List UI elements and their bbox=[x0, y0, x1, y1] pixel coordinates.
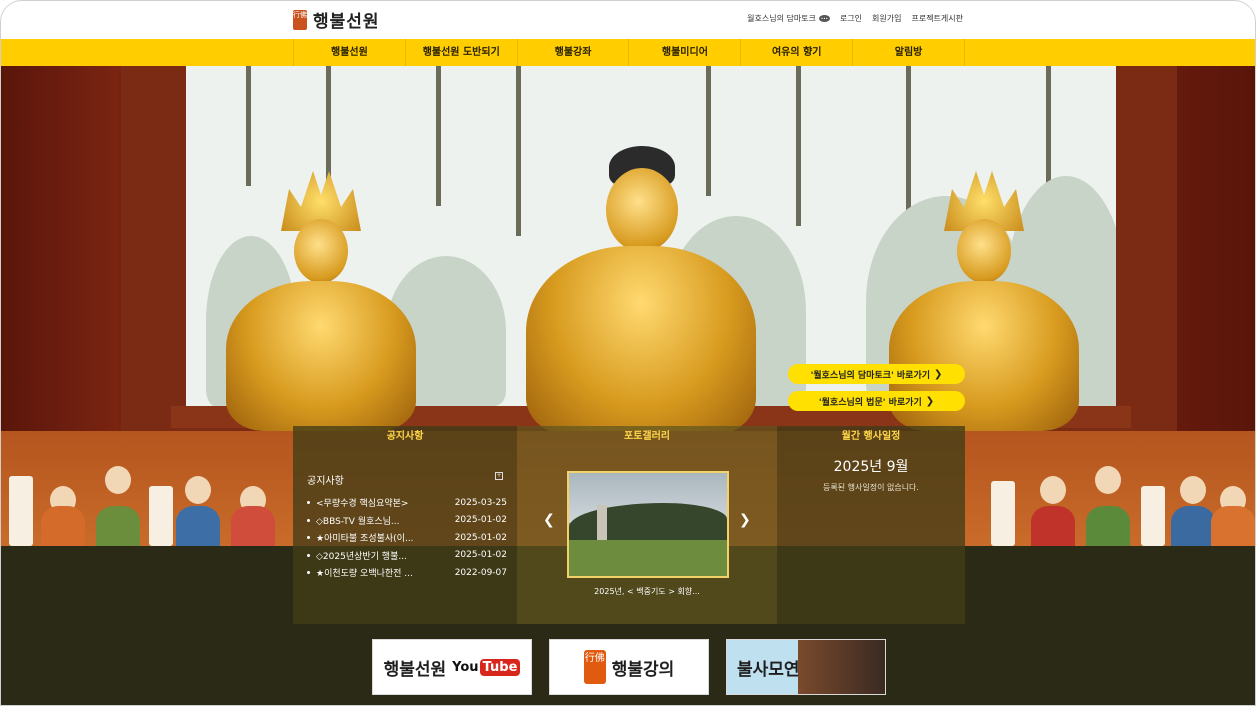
youtube-banner[interactable]: 행불선원 You Tube bbox=[372, 639, 532, 695]
notice-item[interactable]: ◇BBS-TV 월호스님... 2025-01-02 bbox=[307, 512, 507, 530]
lecture-banner-label: 행불강의 bbox=[611, 659, 675, 680]
site-name: 행불선원 bbox=[313, 12, 380, 32]
restoration-banner[interactable]: 불사모연 bbox=[726, 639, 886, 695]
bullet-icon bbox=[307, 571, 310, 575]
info-panel: 공지사항 공지사항 + <무량수경 핵심요약본> 2025-03-25 ◇BBS-… bbox=[293, 426, 965, 624]
nav-item-media[interactable]: 행불미디어 bbox=[628, 39, 740, 66]
chevron-right-icon[interactable]: ❯ bbox=[739, 512, 751, 528]
dharma-sermon-shortcut-button[interactable]: '월호스님의 법문' 바로가기 ❯ bbox=[788, 391, 965, 411]
browser-frame: 行佛 행불선원 월호스님의 담마토크 ••• 로그인 회원가입 프로젝트게시판 … bbox=[0, 0, 1256, 706]
notice-item-title: ◇BBS-TV 월호스님... bbox=[316, 516, 400, 527]
notice-item[interactable]: ◇2025년상반기 행불... 2025-01-02 bbox=[307, 547, 507, 565]
nav-item-become-dobans[interactable]: 행불선원 도반되기 bbox=[404, 39, 517, 66]
notice-title: 공지사항 bbox=[307, 476, 344, 487]
notice-item-date: 2025-01-02 bbox=[454, 532, 507, 543]
photo-gallery-column: 포토갤러리 ❮ ❯ 2025년, < 백중기도 > 회향... bbox=[517, 426, 777, 624]
notice-heading[interactable]: 공지사항 bbox=[293, 426, 517, 448]
monthly-events-column: 월간 행사일정 2025년 9월 등록된 행사일정이 없습니다. bbox=[777, 426, 965, 624]
gallery-caption[interactable]: 2025년, < 백중기도 > 회향... bbox=[517, 586, 777, 597]
youtube-logo-icon: You Tube bbox=[452, 658, 521, 676]
top-bar: 行佛 행불선원 월호스님의 담마토크 ••• 로그인 회원가입 프로젝트게시판 bbox=[1, 1, 1255, 39]
notice-item[interactable]: ★아미타불 조성불사(이... 2025-01-02 bbox=[307, 529, 507, 547]
notice-item-date: 2025-01-02 bbox=[454, 515, 507, 526]
notice-item-title: <무량수경 핵심요약본> bbox=[316, 499, 409, 510]
notice-item[interactable]: <무량수경 핵심요약본> 2025-03-25 bbox=[307, 494, 507, 512]
dharma-talk-label: 월호스님의 담마토크 bbox=[747, 14, 816, 23]
chevron-right-icon: ❯ bbox=[925, 395, 935, 407]
logo-mark-icon: 行佛 bbox=[583, 650, 606, 684]
notice-item-date: 2025-01-02 bbox=[454, 550, 507, 561]
youtube-banner-label: 행불선원 bbox=[383, 659, 447, 680]
chat-bubble-icon: ••• bbox=[818, 15, 830, 22]
nav-item-haengbul-seonwon[interactable]: 행불선원 bbox=[293, 39, 405, 66]
restoration-banner-label: 불사모연 bbox=[737, 659, 800, 680]
nav-item-lectures[interactable]: 행불강좌 bbox=[516, 39, 629, 66]
signup-link[interactable]: 회원가입 bbox=[872, 13, 901, 24]
project-board-link[interactable]: 프로젝트게시판 bbox=[911, 13, 963, 24]
youtube-logo-you: You bbox=[452, 659, 479, 675]
dharma-talk-shortcut-label: '월호스님의 담마토크' 바로가기 bbox=[810, 370, 931, 381]
events-month: 2025년 9월 bbox=[833, 459, 909, 475]
notice-column: 공지사항 공지사항 + <무량수경 핵심요약본> 2025-03-25 ◇BBS-… bbox=[293, 426, 517, 624]
notice-item-date: 2022-09-07 bbox=[454, 567, 507, 578]
no-events-message: 등록된 행사일정이 없습니다. bbox=[823, 483, 919, 492]
youtube-logo-tube: Tube bbox=[479, 658, 521, 676]
left-bodhisattva-statue bbox=[226, 171, 416, 431]
bullet-icon bbox=[307, 518, 310, 522]
events-heading[interactable]: 월간 행사일정 bbox=[777, 426, 965, 448]
center-buddha-statue bbox=[526, 146, 756, 436]
bullet-icon bbox=[307, 536, 310, 540]
lecture-banner[interactable]: 行佛 행불강의 bbox=[549, 639, 709, 695]
notice-item-title: ★이천도량 오백나한전 ... bbox=[316, 569, 413, 580]
gallery-photo[interactable] bbox=[567, 471, 729, 578]
dharma-sermon-shortcut-label: '월호스님의 법문' 바로가기 bbox=[818, 397, 922, 408]
notice-item[interactable]: ★이천도량 오백나한전 ... 2022-09-07 bbox=[307, 564, 507, 582]
notice-item-title: ◇2025년상반기 행불... bbox=[316, 551, 407, 562]
gallery-heading[interactable]: 포토갤러리 bbox=[517, 426, 777, 448]
main-nav: 행불선원 행불선원 도반되기 행불강좌 행불미디어 여유의 향기 알림방 bbox=[1, 39, 1255, 66]
site-logo[interactable]: 行佛 행불선원 bbox=[293, 7, 380, 32]
chevron-right-icon: ❯ bbox=[934, 368, 943, 380]
nav-item-notice-room[interactable]: 알림방 bbox=[852, 39, 965, 66]
logo-mark-icon: 行佛 bbox=[293, 9, 307, 30]
nav-item-fragrance[interactable]: 여유의 향기 bbox=[740, 39, 852, 66]
bullet-icon bbox=[307, 501, 310, 505]
notice-list: <무량수경 핵심요약본> 2025-03-25 ◇BBS-TV 월호스님... 20… bbox=[307, 494, 507, 582]
notice-item-title: ★아미타불 조성불사(이... bbox=[316, 534, 414, 545]
dharma-talk-shortcut-button[interactable]: '월호스님의 담마토크' 바로가기 ❯ bbox=[788, 364, 965, 384]
more-plus-icon[interactable]: + bbox=[495, 472, 503, 480]
top-links: 월호스님의 담마토크 ••• 로그인 회원가입 프로젝트게시판 bbox=[747, 13, 963, 24]
login-link[interactable]: 로그인 bbox=[840, 13, 862, 24]
chevron-left-icon[interactable]: ❮ bbox=[543, 512, 555, 528]
notice-item-date: 2025-03-25 bbox=[454, 497, 507, 508]
dharma-talk-link[interactable]: 월호스님의 담마토크 ••• bbox=[747, 13, 830, 24]
bullet-icon bbox=[307, 553, 310, 557]
